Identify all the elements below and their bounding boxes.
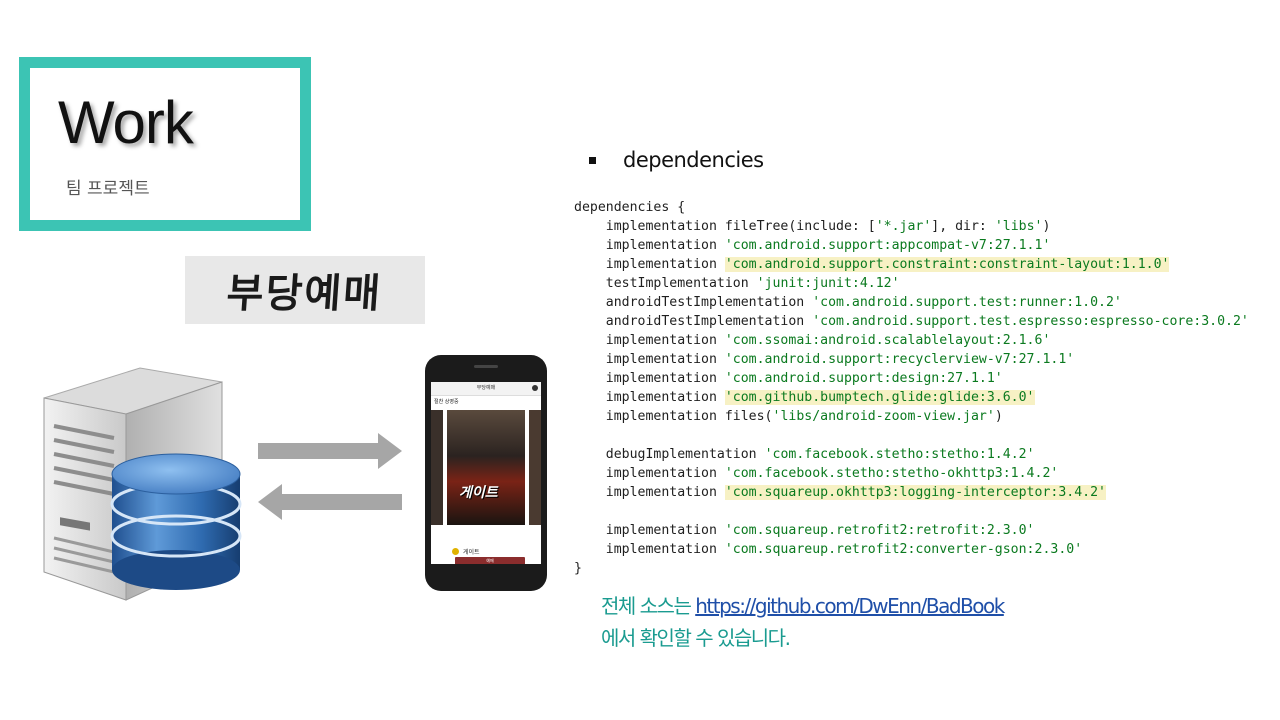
bullet-icon (589, 157, 596, 164)
arrow-right-icon (258, 433, 402, 469)
slide-subtitle: 팀 프로젝트 (66, 179, 150, 199)
code-line: } (574, 561, 582, 576)
code-line: implementation 'com.android.support:desi… (574, 371, 1003, 386)
book-button: 예매 (455, 557, 525, 564)
code-line: androidTestImplementation 'com.android.s… (574, 314, 1249, 329)
code-line: implementation 'com.github.bumptech.glid… (574, 390, 1035, 405)
footer-text: 전체 소스는 https://github.com/DwEnn/BadBook … (601, 590, 1005, 654)
rating-icon (452, 548, 459, 555)
code-line: implementation files('libs/android-zoom-… (574, 409, 1003, 424)
poster-title: 게이트 (459, 485, 498, 501)
code-line: implementation 'com.android.support.cons… (574, 257, 1170, 272)
code-line: implementation 'com.facebook.stetho:stet… (574, 466, 1059, 481)
code-line: dependencies { (574, 200, 686, 215)
code-line: implementation 'com.squareup.okhttp3:log… (574, 485, 1106, 500)
github-link[interactable]: https://github.com/DwEnn/BadBook (695, 594, 1005, 618)
footer-line-1: 전체 소스는 https://github.com/DwEnn/BadBook (601, 590, 1005, 622)
footer-line-2: 에서 확인할 수 있습니다. (601, 626, 791, 650)
app-logo: 부당예매 (185, 256, 425, 324)
server-illustration (30, 360, 260, 610)
code-line: implementation 'com.squareup.retrofit2:c… (574, 542, 1083, 557)
gradle-code-block: dependencies { implementation fileTree(i… (574, 198, 1249, 578)
section-label: 절찬 상영중 (434, 399, 459, 405)
code-line: implementation 'com.android.support:recy… (574, 352, 1075, 367)
logo-text: 부당예매 (225, 271, 384, 317)
code-line: implementation fileTree(include: ['*.jar… (574, 219, 1051, 234)
movie-poster: 게이트 (447, 410, 525, 525)
app-bar-title: 부당예매 (476, 385, 496, 391)
app-bar: 부당예매 (431, 382, 541, 396)
title-box: Work 팀 프로젝트 (19, 57, 311, 231)
dependencies-heading: dependencies (623, 148, 764, 172)
phone-speaker (474, 365, 498, 368)
movie-name: 게이트 (463, 549, 480, 556)
database-icon (110, 453, 242, 590)
code-line: implementation 'com.ssomai:android.scala… (574, 333, 1051, 348)
code-line: debugImplementation 'com.facebook.stetho… (574, 447, 1035, 462)
code-line: androidTestImplementation 'com.android.s… (574, 295, 1122, 310)
code-line: testImplementation 'junit:junit:4.12' (574, 276, 900, 291)
code-line: implementation 'com.squareup.retrofit2:r… (574, 523, 1035, 538)
user-icon (532, 385, 538, 391)
footer-prefix: 전체 소스는 (601, 594, 696, 618)
side-poster-right (529, 410, 541, 525)
code-line: implementation 'com.android.support:appc… (574, 238, 1051, 253)
slide-title: Work (58, 89, 194, 156)
phone-screen: 부당예매 절찬 상영중 게이트 게이트 예매 (431, 382, 541, 564)
side-poster-left (431, 410, 443, 525)
arrow-left-icon (258, 484, 402, 520)
smartphone-icon: 부당예매 절찬 상영중 게이트 게이트 예매 (425, 355, 547, 591)
